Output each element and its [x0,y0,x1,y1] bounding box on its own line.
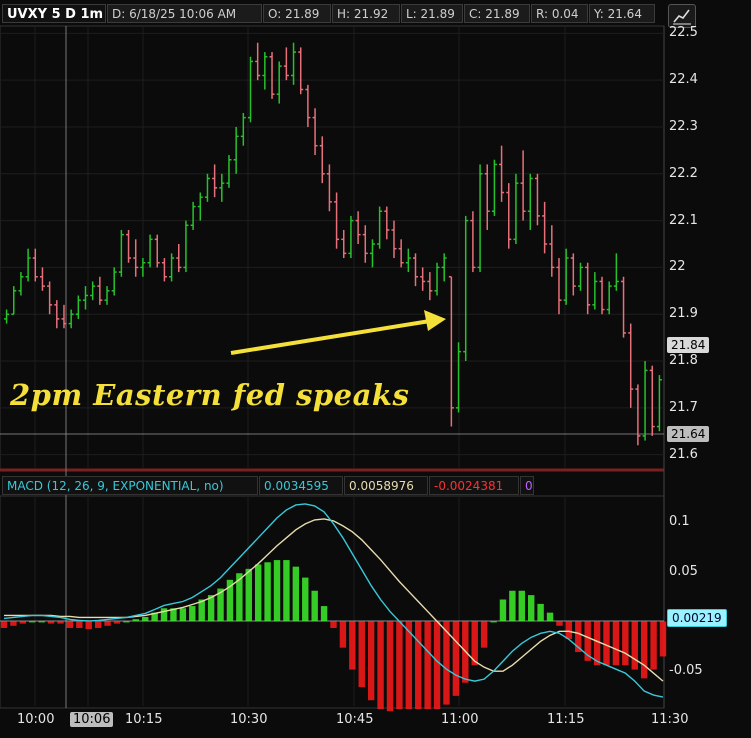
macd-histogram-bar [537,603,544,622]
macd-histogram-bar [38,621,45,623]
macd-histogram-bar [113,621,121,624]
macd-histogram-bar [57,621,64,624]
macd-histogram-bar [160,608,168,622]
macd-histogram-bar [386,621,394,712]
open-readout: O: 21.89 [263,4,331,23]
macd-histogram-bar [47,621,55,624]
macd-panel [0,495,665,709]
macd-tick-label: 0.05 [669,563,698,579]
macd-histogram-bar [659,621,667,657]
macd-histogram-bar [142,617,149,622]
macd-histogram-bar [612,621,620,666]
macd-histogram-bar [631,621,638,670]
macd-tick-label: -0.05 [669,663,703,679]
time-tick-label: 10:30 [230,712,268,727]
macd-histogram-bar [311,590,318,622]
macd-histogram-bar [593,621,601,666]
macd-histogram-bar [0,621,8,628]
macd-histogram-bar [179,608,187,622]
macd-histogram-bar [264,562,271,622]
macd-histogram-bar [396,621,403,709]
last-price-box: 21.84 [667,337,710,353]
range-readout: R: 0.04 [531,4,588,23]
price-tick-label: 21.6 [669,446,698,462]
macd-histogram-bar [254,564,262,622]
macd-histogram-bar [377,621,384,709]
macd-histogram-bar [452,621,460,696]
macd-histogram-bar [189,606,196,622]
macd-study-label[interactable]: MACD (12, 26, 9, EXPONENTIAL, no) [2,476,258,495]
price-tick-label: 21.8 [669,353,698,369]
time-tick-label: 10:00 [17,712,55,727]
macd-histogram-bar [76,621,83,628]
price-tick-label: 22.2 [669,165,698,181]
macd-histogram-bar [302,577,309,622]
macd-histogram-bar [330,621,337,628]
macd-value-box: 0.00219 [667,609,727,627]
macd-histogram-bar [349,621,356,670]
macd-avg-value: 0.0058976 [344,476,428,495]
macd-histogram-bar [320,606,328,622]
macd-histogram-bar [499,599,507,622]
macd-histogram-bar [433,621,441,709]
macd-histogram-bar [292,566,300,622]
macd-histogram-bar [245,568,252,622]
time-tick-label: 11:15 [547,712,585,727]
time-tick-label: 10:45 [336,712,374,727]
macd-histogram-bar [490,621,497,623]
y-readout: Y: 21.64 [589,4,655,23]
macd-histogram-bar [367,621,375,701]
macd-histogram-bar [123,621,130,623]
macd-histogram-bar [415,621,422,709]
time-tick-label: 10:15 [125,712,163,727]
macd-histogram-bar [29,621,36,623]
macd-histogram-bar [565,621,573,639]
date-readout: D: 6/18/25 10:06 AM [107,4,262,23]
macd-histogram-bar [273,560,281,622]
macd-extra-value: 0 [520,476,534,495]
price-tick-label: 21.7 [669,399,698,415]
time-tick-label: 10:06 [70,712,114,727]
high-readout: H: 21.92 [332,4,400,23]
macd-tick-label: 0.1 [669,513,690,529]
macd-histogram-bar [94,621,102,628]
macd-histogram-bar [528,595,535,622]
cursor-price-box: 21.64 [667,426,710,442]
macd-histogram-bar [339,621,347,648]
price-tick-label: 22.4 [669,72,698,88]
annotation-text: 2pm Eastern fed speaks [10,378,410,412]
macd-histogram-bar [622,621,629,666]
time-tick-label: 11:00 [441,712,479,727]
macd-histogram-bar [424,621,431,709]
macd-histogram-bar [480,621,488,648]
macd-histogram-bar [19,621,27,624]
macd-histogram-bar [640,621,648,679]
chart-window: UVXY 5 D 1m D: 6/18/25 10:06 AM O: 21.89… [0,0,751,738]
macd-histogram-bar [85,621,92,630]
macd-histogram-bar [556,621,563,626]
time-tick-label: 11:30 [651,712,689,727]
macd-histogram-bar [603,621,610,666]
macd-histogram-bar [104,621,111,626]
price-tick-label: 22.5 [669,25,698,41]
close-readout: C: 21.89 [464,4,530,23]
symbol-label[interactable]: UVXY 5 D 1m [2,4,106,23]
macd-value: 0.0034595 [259,476,343,495]
chart-canvas[interactable] [0,0,751,738]
macd-histogram-bar [650,621,657,670]
macd-diff-value: -0.0024381 [429,476,519,495]
price-tick-label: 21.9 [669,306,698,322]
macd-histogram-bar [518,590,525,622]
low-readout: L: 21.89 [401,4,463,23]
macd-histogram-bar [132,619,139,622]
price-tick-label: 22 [669,259,686,275]
macd-histogram-bar [283,560,290,622]
macd-histogram-bar [358,621,365,688]
macd-histogram-bar [546,612,554,622]
macd-histogram-bar [66,621,74,628]
macd-histogram-bar [10,621,17,626]
price-tick-label: 22.1 [669,212,698,228]
price-tick-label: 22.3 [669,118,698,134]
macd-histogram-bar [509,590,516,622]
